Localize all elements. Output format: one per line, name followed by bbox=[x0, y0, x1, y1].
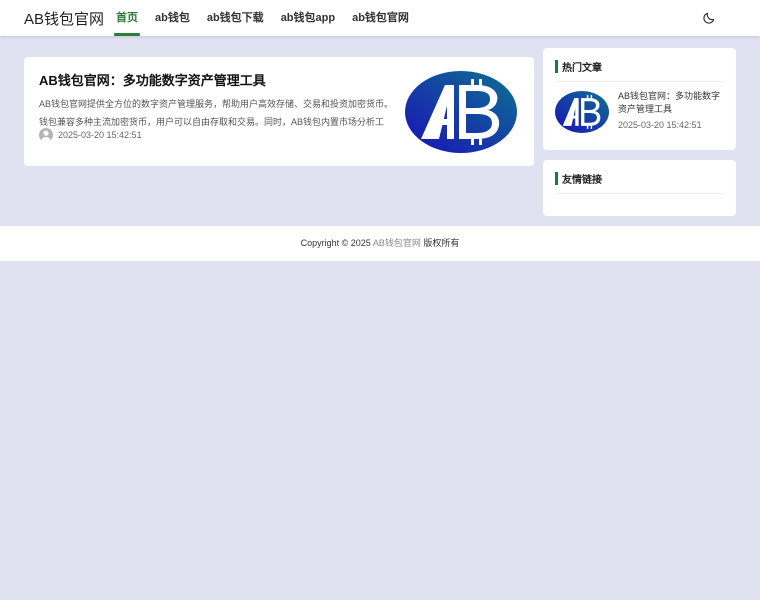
site-logo[interactable]: AB钱包官网 bbox=[24, 8, 104, 29]
divider bbox=[555, 81, 724, 82]
post-card: AB钱包官网：多功能数字资产管理工具 AB钱包官网提供全方位的数字资产管理服务，… bbox=[24, 57, 534, 166]
hot-articles-label: 热门文章 bbox=[562, 63, 602, 74]
footer-rights: 版权所有 bbox=[420, 238, 460, 248]
friend-links-heading: 友情链接 bbox=[555, 172, 602, 186]
site-footer: Copyright © 2025 AB钱包官网 版权所有 bbox=[0, 226, 760, 261]
post-meta: 2025-03-20 15:42:51 bbox=[39, 128, 142, 142]
friend-links-widget: 友情链接 bbox=[543, 160, 736, 216]
post-date: 2025-03-20 15:42:51 bbox=[58, 130, 142, 140]
post-thumbnail[interactable] bbox=[405, 71, 517, 153]
hot-article-thumbnail[interactable] bbox=[555, 91, 609, 133]
nav-item-app[interactable]: ab钱包app bbox=[273, 0, 343, 36]
user-icon bbox=[41, 130, 51, 142]
hot-article-title[interactable]: AB钱包官网：多功能数字资产管理工具 bbox=[618, 90, 726, 116]
divider bbox=[555, 193, 724, 194]
post-excerpt: AB钱包官网提供全方位的数字资产管理服务，帮助用户高效存储、交易和投资加密货币。… bbox=[39, 99, 394, 127]
nav-item-ab-wallet[interactable]: ab钱包 bbox=[147, 0, 198, 36]
footer-brand-link[interactable]: AB钱包官网 bbox=[373, 238, 421, 248]
hot-articles-widget: 热门文章 AB钱包官网：多功能数字资产管理工具 2025-03-20 15:42… bbox=[543, 48, 736, 150]
friend-links-label: 友情链接 bbox=[562, 175, 602, 186]
nav-item-download[interactable]: ab钱包下载 bbox=[199, 0, 272, 36]
ab-logo-icon bbox=[555, 91, 609, 133]
ab-logo-icon bbox=[405, 71, 517, 153]
main-nav: 首页 ab钱包 ab钱包下载 ab钱包app ab钱包官网 bbox=[108, 0, 418, 36]
post-title[interactable]: AB钱包官网：多功能数字资产管理工具 bbox=[39, 70, 266, 89]
heading-bar bbox=[555, 172, 558, 185]
avatar bbox=[39, 128, 53, 142]
site-header: AB钱包官网 首页 ab钱包 ab钱包下载 ab钱包app ab钱包官网 bbox=[0, 0, 760, 36]
hot-articles-heading: 热门文章 bbox=[555, 60, 602, 74]
footer-copyright: Copyright © 2025 bbox=[300, 238, 373, 248]
heading-bar bbox=[555, 60, 558, 73]
hot-article-date: 2025-03-20 15:42:51 bbox=[618, 120, 702, 130]
moon-icon[interactable] bbox=[702, 11, 716, 25]
nav-item-home[interactable]: 首页 bbox=[108, 0, 146, 36]
nav-item-official[interactable]: ab钱包官网 bbox=[344, 0, 417, 36]
